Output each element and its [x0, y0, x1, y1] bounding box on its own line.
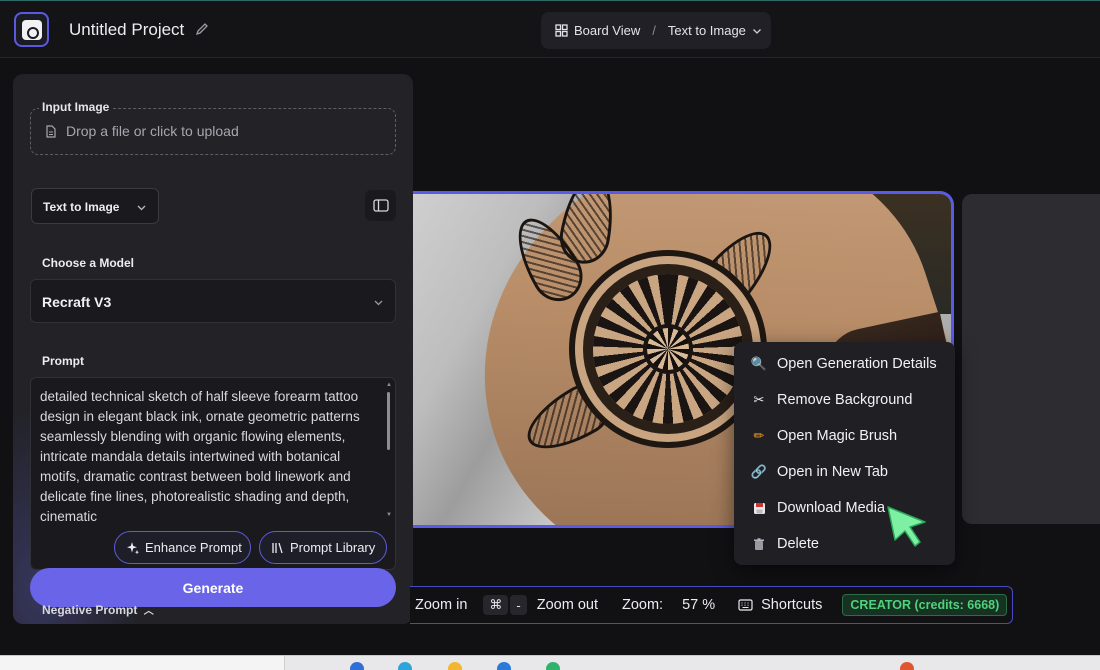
cmd-key: ⌘ — [483, 595, 509, 615]
chevron-down-icon — [374, 300, 383, 306]
taskbar-app-icon[interactable] — [350, 662, 364, 670]
pointer-cursor-icon — [887, 506, 926, 547]
menu-item-label: Open Generation Details — [777, 356, 937, 372]
menu-item-label: Download Media — [777, 500, 886, 516]
chevron-down-icon[interactable] — [752, 26, 762, 36]
taskbar-app-icon[interactable] — [497, 662, 511, 670]
minus-key: - — [510, 595, 527, 615]
board-grid-icon — [555, 24, 568, 37]
zoom-label: Zoom: — [621, 597, 664, 613]
taskbar-search-area[interactable] — [0, 656, 285, 670]
menu-item-label: Open Magic Brush — [777, 428, 898, 444]
image-upload-dropzone[interactable]: Drop a file or click to upload — [30, 108, 396, 155]
enhance-prompt-label: Enhance Prompt — [145, 540, 242, 555]
taskbar-app-icon[interactable] — [398, 662, 412, 670]
keyboard-icon — [738, 599, 753, 611]
tattoo-mandala — [593, 274, 743, 424]
shortcuts-button[interactable]: Shortcuts — [761, 597, 822, 613]
negative-prompt-label: Negative Prompt — [42, 603, 138, 617]
prompt-library-button[interactable]: Prompt Library — [259, 531, 387, 564]
mandala-core — [643, 324, 693, 374]
sidebar-toggle-icon — [372, 199, 389, 212]
pencil-icon: ✏ — [753, 428, 765, 443]
board-view-button[interactable]: Board View — [574, 23, 640, 38]
tool-select[interactable]: Text to Image — [668, 23, 746, 38]
scrollbar-thumb[interactable] — [387, 392, 390, 450]
app-logo[interactable] — [14, 12, 49, 47]
taskbar-app-icon[interactable] — [448, 662, 462, 670]
canvas-toolbar: Zoom in ⌘ - Zoom out Zoom: 57 % Shortcut… — [410, 586, 1013, 624]
mode-select-value: Text to Image — [43, 200, 120, 214]
menu-item-label: Open in New Tab — [777, 464, 888, 480]
floppy-disk-icon — [751, 500, 767, 516]
prompt-label: Prompt — [42, 354, 84, 368]
zoom-out-label[interactable]: Zoom out — [537, 597, 598, 613]
mode-select[interactable]: Text to Image — [31, 188, 159, 224]
scissors-icon: ✂ — [753, 392, 765, 407]
zoom-value: 57 % — [682, 597, 716, 613]
chevron-down-icon — [137, 205, 146, 211]
menu-item-remove-background[interactable]: ✂ Remove Background — [734, 382, 955, 418]
view-switcher: Board View / Text to Image — [541, 12, 771, 49]
zoom-in-label[interactable]: Zoom in — [415, 597, 467, 613]
prompt-library-label: Prompt Library — [290, 540, 376, 555]
model-select[interactable]: Recraft V3 — [30, 279, 396, 323]
menu-item-open-in-new-tab[interactable]: 🔗 Open in New Tab — [734, 454, 955, 490]
menu-item-label: Delete — [777, 536, 819, 552]
generation-panel: Drop a file or click to upload Input Ima… — [13, 74, 413, 624]
scroll-up-arrow-icon[interactable]: ▲ — [386, 382, 392, 388]
prompt-textarea[interactable]: detailed technical sketch of half sleeve… — [30, 377, 396, 570]
menu-item-label: Remove Background — [777, 392, 913, 408]
credits-badge[interactable]: CREATOR (credits: 6668) — [842, 594, 1008, 616]
menu-item-open-magic-brush[interactable]: ✏ Open Magic Brush — [734, 418, 955, 454]
edit-pencil-icon[interactable] — [195, 22, 209, 36]
prompt-text[interactable]: detailed technical sketch of half sleeve… — [40, 387, 380, 525]
enhance-prompt-button[interactable]: Enhance Prompt — [114, 531, 251, 564]
sparkle-icon — [127, 541, 139, 554]
os-taskbar — [0, 655, 1100, 670]
model-label: Choose a Model — [42, 256, 135, 270]
menu-item-open-generation-details[interactable]: 🔍 Open Generation Details — [734, 346, 955, 382]
secondary-image-card[interactable] — [962, 194, 1100, 524]
magnifier-icon: 🔍 — [750, 356, 768, 371]
model-select-value: Recraft V3 — [42, 294, 112, 310]
taskbar-app-icon[interactable] — [900, 662, 914, 670]
top-bar: Untitled Project Board View / Text to Im… — [0, 0, 1100, 58]
negative-prompt-toggle[interactable]: Negative Prompt ︿ — [42, 602, 154, 617]
link-icon: 🔗 — [750, 464, 768, 479]
chevron-up-icon: ︿ — [143, 606, 154, 617]
panel-layout-toggle[interactable] — [365, 190, 396, 221]
project-title[interactable]: Untitled Project — [69, 20, 184, 40]
logo-mark-icon — [21, 19, 42, 40]
scroll-down-arrow-icon[interactable]: ▼ — [386, 512, 392, 518]
input-image-label: Input Image — [39, 100, 113, 114]
upload-placeholder: Drop a file or click to upload — [66, 123, 239, 139]
taskbar-app-icon[interactable] — [546, 662, 560, 670]
library-books-icon — [272, 542, 283, 553]
file-icon — [46, 125, 56, 138]
trash-icon — [751, 536, 767, 552]
prompt-scrollbar[interactable]: ▲ ▼ — [384, 382, 392, 522]
breadcrumb-separator: / — [652, 23, 656, 38]
